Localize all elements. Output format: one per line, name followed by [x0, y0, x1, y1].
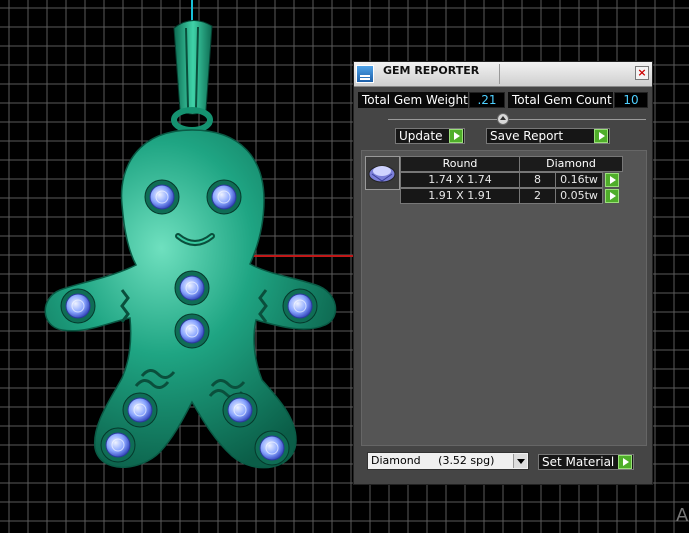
row-detail-button[interactable] — [605, 189, 619, 203]
gem-stone — [127, 397, 153, 423]
play-icon — [618, 455, 632, 469]
gem-stone — [179, 275, 205, 301]
total-gem-count-value: 10 — [614, 92, 648, 108]
title-separator — [499, 64, 500, 84]
column-header-material: Diamond — [519, 156, 623, 172]
round-diamond-gem-icon — [365, 156, 400, 190]
gem-reporter-app-icon — [356, 65, 374, 83]
row-weight: 0.16tw — [555, 172, 603, 188]
set-material-button-label: Set Material — [542, 455, 615, 469]
gem-stone — [65, 293, 91, 319]
row-size: 1.74 X 1.74 — [400, 172, 520, 188]
gem-stone — [149, 184, 175, 210]
gem-stone — [105, 432, 131, 458]
titlebar[interactable]: GEM REPORTER × — [354, 62, 652, 87]
gem-table-area: Round Diamond 1.74 X 1.74 8 0.16tw 1.91 … — [361, 150, 647, 446]
material-select-value: Diamond (3.52 spg) — [371, 454, 495, 467]
row-count: 2 — [519, 188, 556, 204]
gem-reporter-panel: GEM REPORTER × Total Gem Weight .21 Tota… — [353, 61, 653, 485]
update-button-label: Update — [399, 129, 443, 143]
splitter-track — [388, 119, 646, 120]
row-count: 8 — [519, 172, 556, 188]
row-detail-button[interactable] — [605, 173, 619, 187]
gem-stone — [287, 293, 313, 319]
gem-stone — [227, 397, 253, 423]
splitter-handle[interactable] — [497, 113, 509, 125]
column-header-shape: Round — [400, 156, 520, 172]
chevron-down-icon[interactable] — [513, 454, 527, 468]
gem-stone — [259, 435, 285, 461]
total-gem-weight-value: .21 — [469, 92, 505, 108]
gem-stone — [211, 184, 237, 210]
total-gem-weight-label: Total Gem Weight — [358, 92, 468, 108]
set-material-button[interactable]: Set Material — [538, 454, 634, 470]
material-select[interactable]: Diamond (3.52 spg) — [367, 452, 529, 470]
save-report-button-label: Save Report — [490, 129, 564, 143]
save-report-button[interactable]: Save Report — [486, 128, 610, 144]
play-icon — [449, 129, 463, 143]
viewport-corner-text: A — [676, 505, 689, 526]
total-gem-count-label: Total Gem Count — [508, 92, 613, 108]
play-icon — [594, 129, 608, 143]
gem-stone — [179, 318, 205, 344]
gingerbread-pendant[interactable] — [44, 20, 337, 469]
panel-title: GEM REPORTER — [383, 64, 480, 77]
update-button[interactable]: Update — [395, 128, 465, 144]
row-size: 1.91 X 1.91 — [400, 188, 520, 204]
close-button[interactable]: × — [635, 66, 649, 80]
row-weight: 0.05tw — [555, 188, 603, 204]
